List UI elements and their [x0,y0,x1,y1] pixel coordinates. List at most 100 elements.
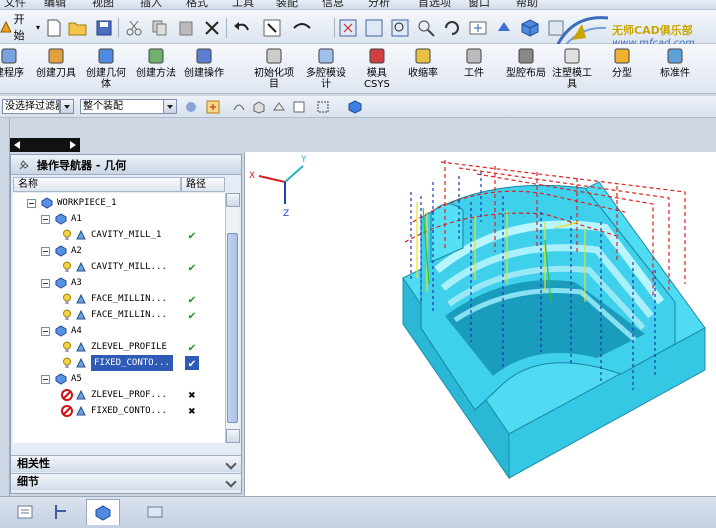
filter-icon[interactable] [184,100,198,114]
copy-icon[interactable] [150,18,170,38]
collapse-toggle-icon[interactable] [41,327,50,336]
scroll-down-button[interactable] [226,429,240,443]
scroll-thumb[interactable] [227,233,238,423]
collapse-toggle-icon[interactable] [41,215,50,224]
tree-group-row[interactable]: A3 [13,275,225,291]
tab-machine-tool[interactable] [44,499,78,525]
selection-filter-select[interactable]: 没选择过滤器 [2,99,60,114]
graphics-viewport[interactable]: X Y Z [244,152,716,496]
solid-body-icon[interactable] [252,100,266,114]
tool-button-9[interactable]: 工件 [464,46,484,79]
menu-item-6[interactable]: 装配 [276,0,298,9]
tool-button-8[interactable]: 收缩率 [408,46,438,79]
tool-button-6[interactable]: 多腔模设 计 [306,46,346,90]
mold-csys-icon [367,46,387,66]
menu-item-3[interactable]: 插入 [140,0,162,9]
tree-group-row[interactable]: A5 [13,371,225,387]
collapse-toggle-icon[interactable] [41,375,50,384]
tree-operation-row[interactable]: CAVITY_MILL_1 ✔ [13,227,225,243]
manufacturing-toolbar: 建程序 创建刀具创建几何 体创建方法创建操作 初始化项 目多腔模设 计模具 CSYS… [0,44,716,94]
cube-view-icon[interactable] [520,18,540,38]
tool-button-2[interactable]: 创建几何 体 [86,46,126,90]
menu-item-1[interactable]: 编辑 [44,0,66,9]
tool-button-5[interactable]: 初始化项 目 [254,46,294,90]
new-file-icon[interactable] [44,18,64,38]
tree-group-row[interactable]: WORKPIECE_1 [13,195,225,211]
tool-label: 注塑模工 具 [552,68,592,90]
selection-filter-dropdown-button[interactable] [60,99,74,114]
delete-icon[interactable] [202,18,222,38]
paste-icon[interactable] [176,18,196,38]
zoom-icon[interactable] [390,18,410,38]
assembly-scope-select[interactable]: 整个装配 [80,99,164,114]
section-details[interactable]: 细节 [11,473,241,490]
tree-operation-row[interactable]: FIXED_CONTO... ✖ [13,403,225,419]
section-dependencies[interactable]: 相关性 [11,455,241,472]
column-header-path[interactable]: 路径 [181,177,225,192]
menu-item-0[interactable]: 文件 [4,0,26,9]
tree-operation-row[interactable]: ZLEVEL_PROF... ✖ [13,387,225,403]
menu-item-11[interactable]: 帮助 [516,0,538,9]
menu-item-2[interactable]: 视图 [92,0,114,9]
navigator-header: 操作导航器 - 几何 [11,155,241,175]
zoom-region-icon[interactable] [364,18,384,38]
zoom-in-icon[interactable] [416,18,436,38]
scroll-up-button[interactable] [226,193,240,207]
tool-button-11[interactable]: 注塑模工 具 [552,46,592,90]
shaded-view-icon[interactable] [494,18,514,38]
tool-label: 创建方法 [136,68,176,79]
collapse-toggle-icon[interactable] [41,279,50,288]
menu-item-4[interactable]: 格式 [186,0,208,9]
menu-item-7[interactable]: 信息 [322,0,344,9]
tree-group-row[interactable]: A2 [13,243,225,259]
arc-select-icon[interactable] [232,100,246,114]
collapse-toggle-icon[interactable] [27,199,36,208]
rectangle-select-icon[interactable] [316,100,330,114]
tree-operation-row[interactable]: ZLEVEL_PROFILE ✔ [13,339,225,355]
menu-item-8[interactable]: 分析 [368,0,390,9]
feature-icon[interactable] [272,100,286,114]
menu-item-5[interactable]: 工具 [232,0,254,9]
tab-program-order[interactable] [8,499,42,525]
tool-button-7[interactable]: 模具 CSYS [364,46,390,90]
cut-icon[interactable] [124,18,144,38]
open-folder-icon[interactable] [68,18,88,38]
selection-tool-icon[interactable] [292,18,312,38]
tree-scrollbar[interactable] [225,193,240,443]
face-select-icon[interactable] [292,100,306,114]
tree-operation-row[interactable]: FACE_MILLIN... ✔ [13,307,225,323]
tab-machining-method[interactable] [138,499,172,525]
tree-operation-row[interactable]: FACE_MILLIN... ✔ [13,291,225,307]
tool-button-3[interactable]: 创建方法 [136,46,176,79]
x-axis-line [258,175,286,183]
menu-item-10[interactable]: 窗口 [468,0,490,9]
tool-button-0[interactable]: 建程序 [0,46,24,79]
snap-point-icon[interactable] [206,100,220,114]
column-header-name[interactable]: 名称 [13,177,181,192]
tool-button-1[interactable]: 创建刀具 [36,46,76,79]
tree-row-label: WORKPIECE_1 [57,198,117,208]
menu-item-9[interactable]: 首选项 [418,0,451,9]
pin-icon[interactable] [17,159,31,171]
cube-select-icon[interactable] [348,100,362,114]
tool-button-10[interactable]: 型腔布局 [506,46,546,79]
start-button[interactable]: 开始 ▾ [0,13,40,42]
undo-icon[interactable] [232,18,252,38]
collapse-toggle-icon[interactable] [41,247,50,256]
navigator-tab-scroller[interactable] [10,138,80,152]
pan-icon[interactable] [468,18,488,38]
tool-button-4[interactable]: 创建操作 [184,46,224,79]
rotate-icon[interactable] [442,18,462,38]
tree-operation-row[interactable]: FIXED_CONTO... ✔ [13,355,225,371]
tree-row-label: CAVITY_MILL_1 [91,230,162,240]
fit-view-icon[interactable] [338,18,358,38]
assembly-scope-dropdown-button[interactable] [163,99,177,114]
tree-group-row[interactable]: A4 [13,323,225,339]
tool-button-13[interactable]: 标准件 [660,46,690,79]
tree-operation-row[interactable]: CAVITY_MILL... ✔ [13,259,225,275]
tool-button-12[interactable]: 分型 [612,46,632,79]
command-finder-icon[interactable] [262,18,282,38]
save-icon[interactable] [94,18,114,38]
tree-group-row[interactable]: A1 [13,211,225,227]
tab-geometry[interactable] [86,499,120,525]
